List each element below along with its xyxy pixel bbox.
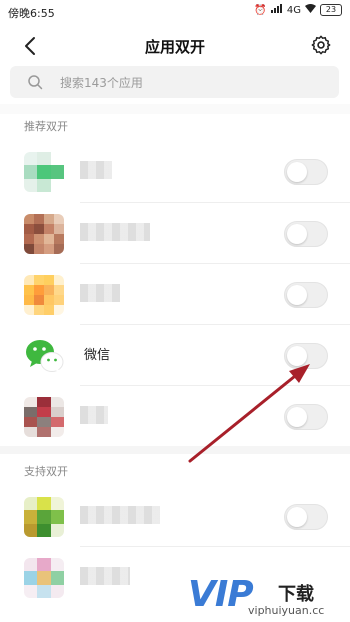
dual-app-toggle[interactable] bbox=[284, 504, 328, 530]
wechat-icon bbox=[24, 336, 64, 376]
toggle-knob bbox=[287, 346, 307, 366]
app-icon bbox=[24, 497, 64, 537]
status-icons: ⏰ 4G 23 bbox=[254, 4, 342, 16]
gear-icon[interactable] bbox=[310, 34, 332, 56]
app-name-redacted bbox=[80, 284, 120, 302]
app-icon bbox=[24, 275, 64, 315]
toggle-knob bbox=[287, 507, 307, 527]
app-name-redacted bbox=[80, 161, 112, 179]
app-name-wechat: 微信 bbox=[84, 348, 111, 363]
list-item[interactable] bbox=[0, 140, 350, 200]
app-icon bbox=[24, 397, 64, 437]
watermark-logo: VIP bbox=[188, 574, 254, 615]
list-item-wechat[interactable]: 微信 bbox=[0, 324, 350, 384]
toggle-knob bbox=[287, 224, 307, 244]
network-label: 4G bbox=[286, 4, 301, 16]
toggle-knob bbox=[287, 162, 307, 182]
app-name-redacted bbox=[80, 223, 150, 241]
section-spacer bbox=[0, 446, 350, 454]
watermark-text: 下载 bbox=[278, 584, 314, 605]
watermark: VIP 下载 viphuiyuan.cc bbox=[188, 574, 348, 622]
wifi-icon bbox=[305, 4, 316, 16]
dual-app-toggle[interactable] bbox=[284, 221, 328, 247]
status-bar: 傍晚6:55 ⏰ 4G 23 bbox=[0, 0, 350, 24]
list-item[interactable] bbox=[0, 202, 350, 262]
page-title: 应用双开 bbox=[144, 38, 205, 56]
dual-app-toggle[interactable] bbox=[284, 159, 328, 185]
list-item[interactable] bbox=[0, 485, 350, 545]
section-spacer bbox=[0, 104, 350, 114]
app-name-redacted bbox=[80, 406, 108, 424]
toggle-knob bbox=[287, 285, 307, 305]
search-placeholder: 搜索143个应用 bbox=[60, 76, 143, 90]
list-item[interactable] bbox=[0, 385, 350, 445]
search-input[interactable]: 搜索143个应用 bbox=[10, 66, 339, 98]
app-name-redacted bbox=[80, 567, 130, 585]
section-label-supported: 支持双开 bbox=[24, 465, 68, 478]
app-name-redacted bbox=[80, 506, 160, 524]
app-icon bbox=[24, 152, 64, 192]
status-time: 傍晚6:55 bbox=[8, 7, 55, 20]
dual-app-toggle[interactable] bbox=[284, 404, 328, 430]
app-icon bbox=[24, 558, 64, 598]
list-item[interactable] bbox=[0, 263, 350, 323]
alarm-icon: ⏰ bbox=[254, 4, 267, 16]
signal-icon bbox=[270, 4, 283, 16]
battery-icon: 23 bbox=[320, 4, 342, 16]
wechat-dual-app-toggle[interactable] bbox=[284, 343, 328, 369]
header: 应用双开 bbox=[0, 24, 350, 68]
section-label-recommended: 推荐双开 bbox=[24, 120, 68, 133]
app-icon bbox=[24, 214, 64, 254]
dual-app-toggle[interactable] bbox=[284, 282, 328, 308]
watermark-url: viphuiyuan.cc bbox=[248, 604, 325, 617]
search-icon bbox=[28, 75, 43, 90]
toggle-knob bbox=[287, 407, 307, 427]
